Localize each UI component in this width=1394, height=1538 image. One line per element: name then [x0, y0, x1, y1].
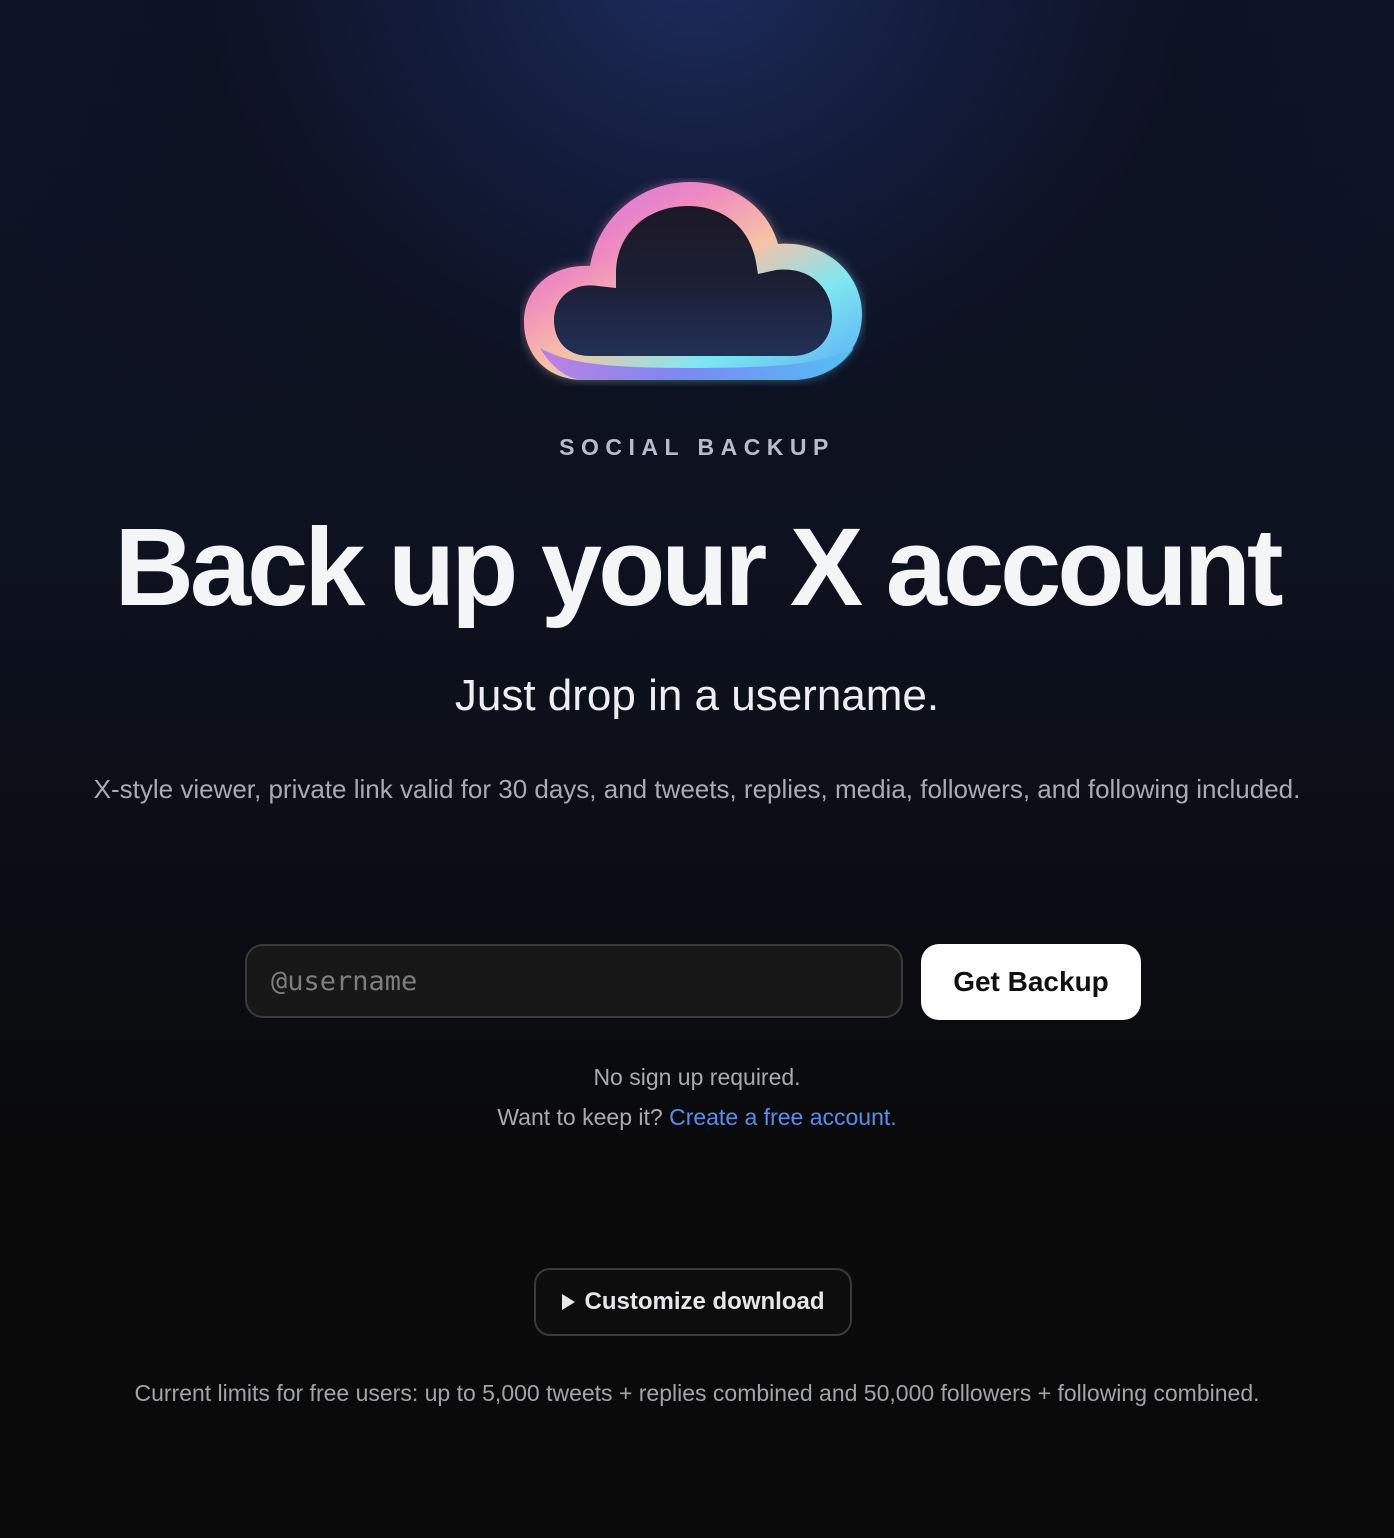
no-signup-note: No sign up required.	[593, 1064, 801, 1090]
get-backup-button[interactable]: Get Backup	[921, 944, 1141, 1020]
play-triangle-icon	[561, 1294, 575, 1310]
customize-download-button[interactable]: Customize download	[534, 1268, 852, 1336]
create-account-note: Want to keep it? Create a free account.	[0, 1101, 1394, 1133]
create-account-link[interactable]: Create a free account.	[669, 1104, 897, 1130]
feature-description: X-style viewer, private link valid for 3…	[93, 774, 1301, 804]
cloud-icon	[524, 182, 862, 380]
landing-page: SOCIAL BACKUP Back up your X account Jus…	[0, 0, 1394, 1538]
backup-form: Get Backup	[245, 944, 1141, 1020]
customize-download-label: Customize download	[584, 1288, 825, 1315]
page-subheadline: Just drop in a username.	[454, 671, 940, 720]
username-input[interactable]	[245, 944, 903, 1018]
page-headline: Back up your X account	[114, 506, 1283, 629]
brand-label: SOCIAL BACKUP	[559, 434, 835, 460]
free-limits-note: Current limits for free users: up to 5,0…	[134, 1380, 1260, 1406]
keep-it-text: Want to keep it?	[497, 1104, 663, 1130]
